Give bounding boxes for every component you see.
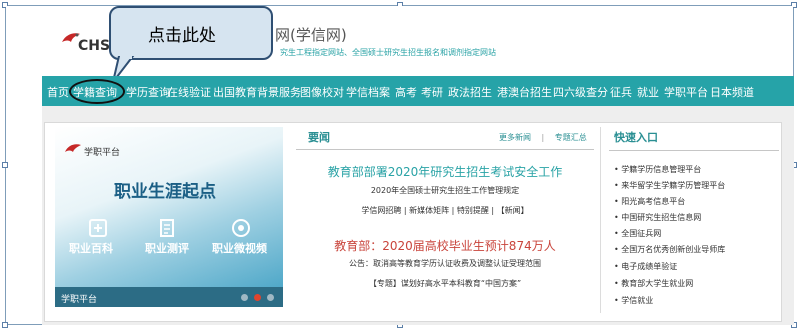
feature-assessment[interactable]: 职业测评 <box>145 240 189 256</box>
quick-link[interactable]: • 学籍学历信息管理平台 <box>614 164 701 175</box>
news-sub-3[interactable]: 公告：取消高等教育学历认证收费及调整认证受理范围 <box>296 258 594 269</box>
quick-link[interactable]: • 全国万名优秀创新创业导师库 <box>614 244 725 255</box>
highlight-ring <box>69 79 125 104</box>
nav-online-verify[interactable]: 在线验证 <box>167 84 211 100</box>
site-subtitle: 究生工程指定网站、全国硕士研究生招生报名和调剂指定网站 <box>280 48 496 57</box>
news-links: 更多新闻 | 专题汇总 <box>499 132 587 143</box>
link-divider: | <box>541 133 545 142</box>
quick-access-title: 快速入口 <box>614 131 658 144</box>
carousel-dot[interactable] <box>267 294 274 301</box>
banner-footer-label: 学职平台 <box>61 295 98 305</box>
nav-law-admission[interactable]: 政法招生 <box>448 84 492 100</box>
quick-access-rule <box>609 150 779 151</box>
nav-japan-channel[interactable]: 日本频道 <box>710 84 754 100</box>
quick-link[interactable]: • 中国研究生招生信息网 <box>614 212 701 223</box>
nav-gaokao[interactable]: 高考 <box>395 84 417 100</box>
column-divider <box>600 127 601 313</box>
nav-employment[interactable]: 就业 <box>637 84 659 100</box>
news-section-title: 要闻 <box>308 131 330 144</box>
nav-archive[interactable]: 学信档案 <box>346 84 390 100</box>
nav-degree-query[interactable]: 学历查询 <box>126 84 170 100</box>
news-sub-1[interactable]: 2020年全国硕士研究生招生工作管理规定 <box>296 185 594 196</box>
topics-link[interactable]: 专题汇总 <box>555 133 587 142</box>
carousel-dot[interactable] <box>241 294 248 301</box>
news-sub-4[interactable]: 【专题】谋划好高水平本科教育“中国方案” <box>296 278 594 289</box>
banner-logo-icon <box>65 144 81 152</box>
banner-brand: 学职平台 <box>84 148 121 158</box>
nav-kaoyan[interactable]: 考研 <box>421 84 443 100</box>
resize-handle[interactable] <box>2 162 8 168</box>
banner-title: 职业生涯起点 <box>114 182 216 202</box>
headline-2[interactable]: 教育部：2020届高校毕业生预计874万人 <box>296 237 594 254</box>
video-icon <box>232 219 250 237</box>
quick-link[interactable]: • 学信就业 <box>614 295 653 306</box>
quick-link[interactable]: • 教育部大学生就业网 <box>614 278 693 289</box>
nav-home[interactable]: 首页 <box>47 84 69 100</box>
feature-video[interactable]: 职业微视频 <box>212 240 267 256</box>
more-news-link[interactable]: 更多新闻 <box>499 133 531 142</box>
quick-link[interactable]: • 阳光高考信息平台 <box>614 196 685 207</box>
carousel-dot-active[interactable] <box>254 294 261 301</box>
encyclopedia-icon <box>89 219 107 237</box>
site-title: 网(学信网) <box>275 26 347 44</box>
assessment-icon <box>160 219 174 237</box>
logo-text[interactable]: CHS <box>78 38 110 54</box>
quick-link[interactable]: • 来华留学生学籍学历管理平台 <box>614 180 725 191</box>
nav-conscription[interactable]: 征兵 <box>610 84 632 100</box>
feature-encyclopedia[interactable]: 职业百科 <box>69 240 113 256</box>
headline-1[interactable]: 教育部部署2020年研究生招生考试安全工作 <box>296 163 594 180</box>
nav-hk-macao-tw[interactable]: 港澳台招生 <box>497 84 552 100</box>
news-sub-2[interactable]: 学信网招聘 | 新媒体矩阵 | 特别提醒 | 【新闻】 <box>296 205 594 216</box>
nav-image-check[interactable]: 图像校对 <box>300 84 344 100</box>
resize-handle[interactable] <box>2 322 8 328</box>
nav-cet-score[interactable]: 四六级查分 <box>553 84 608 100</box>
quick-link[interactable]: • 电子成绩单验证 <box>614 261 677 272</box>
nav-career-platform[interactable]: 学职平台 <box>664 84 708 100</box>
callout-text: 点击此处 <box>148 26 216 46</box>
nav-overseas-service[interactable]: 出国教育背景服务 <box>213 84 301 100</box>
quick-link[interactable]: • 全国征兵网 <box>614 228 661 239</box>
